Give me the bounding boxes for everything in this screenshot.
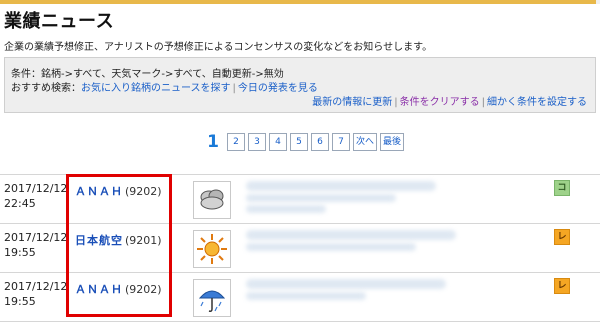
pagination: 1 2 3 4 5 6 7 次へ 最後 [205,132,407,152]
top-bar [0,0,600,4]
favorites-news-link[interactable]: お気に入り銘柄のニュースを探す [81,83,231,94]
stock-name-link[interactable]: ＡＮＡＨ [75,185,123,198]
news-datetime: 2017/12/12 22:45 [4,181,68,211]
sunny-icon [197,234,227,264]
recommend-label: おすすめ検索： [11,83,81,94]
todays-announcements-link[interactable]: 今日の発表を見る [238,83,318,94]
page-button-5[interactable]: 5 [290,133,308,151]
cloudy-icon [200,189,224,210]
stock-info: ＡＮＡＨ (9202) [75,281,162,297]
news-date: 2017/12/12 [4,231,68,244]
top-accent-bar [0,0,596,4]
category-tag: コ [554,180,570,196]
page-button-4[interactable]: 4 [269,133,287,151]
news-time: 19:55 [4,246,36,259]
news-time: 19:55 [4,295,36,308]
news-list: 2017/12/12 22:45 ＡＮＡＨ (9202) コ 2017/12/12… [0,174,600,322]
news-datetime: 2017/12/12 19:55 [4,279,68,309]
redacted-headline [246,279,446,289]
news-row: 2017/12/12 19:55 日本航空 (9201) レ [0,223,600,272]
page-button-3[interactable]: 3 [248,133,266,151]
filter-panel: 条件：銘柄->すべて、天気マーク->すべて、自動更新->無効 おすすめ検索：お気… [4,57,596,113]
last-page-button[interactable]: 最後 [380,133,405,151]
page-description: 企業の業績予想修正、アナリストの予想修正によるコンセンサスの変化などをお知らせし… [4,42,433,53]
news-row: 2017/12/12 22:45 ＡＮＡＨ (9202) コ [0,174,600,223]
separator: | [232,83,236,94]
redacted-headline [246,230,456,240]
next-page-button[interactable]: 次へ [353,133,378,151]
stock-name-link[interactable]: ＡＮＡＨ [75,283,123,296]
weather-mark [193,230,231,268]
stock-name-link[interactable]: 日本航空 [75,234,123,247]
advanced-conditions-link[interactable]: 細かく条件を設定する [487,97,587,108]
page-button-6[interactable]: 6 [311,133,329,151]
stock-code: (9202) [125,283,162,296]
news-time: 22:45 [4,197,36,210]
redacted-text [246,194,396,202]
separator: | [481,97,485,108]
redacted-headline [246,181,436,191]
stock-info: 日本航空 (9201) [75,232,162,248]
separator: | [394,97,398,108]
refresh-link[interactable]: 最新の情報に更新 [312,97,392,108]
redacted-text [246,243,416,251]
weather-mark [193,181,231,219]
page-title: 業績ニュース [4,11,115,32]
filter-conditions: 条件：銘柄->すべて、天気マーク->すべて、自動更新->無効 [11,69,284,80]
category-tag: レ [554,278,570,294]
news-date: 2017/12/12 [4,280,68,293]
page-button-7[interactable]: 7 [332,133,350,151]
category-tag: レ [554,229,570,245]
news-date: 2017/12/12 [4,182,68,195]
stock-code: (9202) [125,185,162,198]
filter-actions: 最新の情報に更新 | 条件をクリアする | 細かく条件を設定する [312,93,587,108]
stock-info: ＡＮＡＨ (9202) [75,183,162,199]
clear-conditions-link[interactable]: 条件をクリアする [400,97,480,108]
rain-umbrella-icon [198,290,226,312]
redacted-text [246,205,326,213]
recommended-search: おすすめ検索：お気に入り銘柄のニュースを探す | 今日の発表を見る [11,79,318,94]
weather-mark [193,279,231,317]
current-page: 1 [207,132,219,152]
news-row: 2017/12/12 19:55 ＡＮＡＨ (9202) レ [0,272,600,322]
stock-code: (9201) [125,234,162,247]
redacted-text [246,292,366,300]
news-datetime: 2017/12/12 19:55 [4,230,68,260]
page-button-2[interactable]: 2 [227,133,245,151]
